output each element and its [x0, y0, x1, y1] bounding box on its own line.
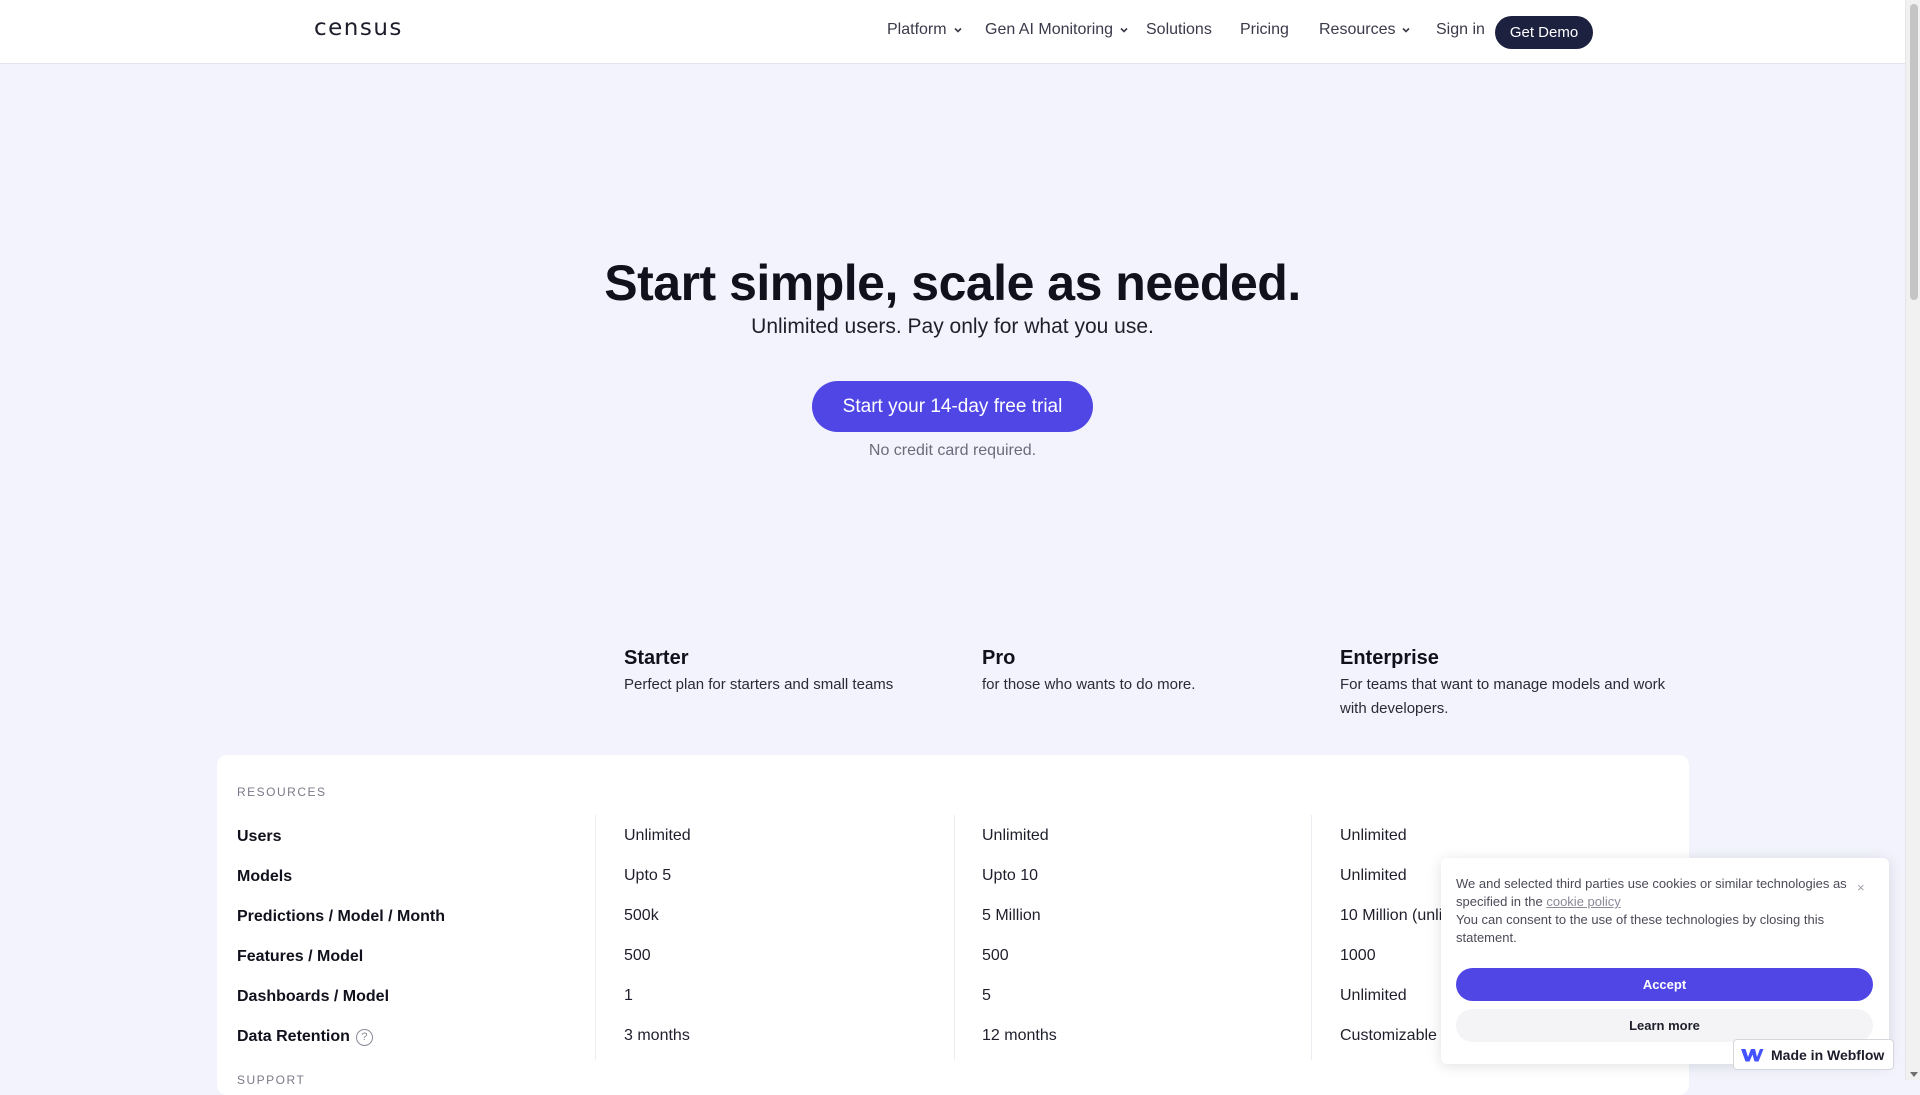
- cookie-banner: We and selected third parties use cookie…: [1441, 858, 1889, 1064]
- learn-more-button[interactable]: Learn more: [1456, 1009, 1873, 1042]
- nav-pricing-label: Pricing: [1240, 21, 1289, 38]
- column-divider: [595, 815, 596, 1060]
- nav-gen-ai-label: Gen AI Monitoring: [985, 21, 1114, 38]
- table-cell: Customizable: [1340, 1027, 1437, 1044]
- row-label-text: Features / Model: [237, 948, 364, 965]
- column-divider: [954, 815, 955, 1060]
- table-cell: 500: [624, 947, 651, 964]
- page-title: Start simple, scale as needed.: [604, 255, 1301, 311]
- nav-solutions[interactable]: Solutions: [1146, 21, 1212, 39]
- close-icon[interactable]: ×: [1857, 880, 1865, 895]
- table-cell: 500: [982, 947, 1009, 964]
- row-label-text: Users: [237, 828, 282, 845]
- nav-platform[interactable]: Platform: [887, 21, 964, 39]
- table-cell: Upto 5: [624, 867, 672, 884]
- row-label-features: Features / Model: [237, 948, 363, 966]
- accept-cookies-button[interactable]: Accept: [1456, 968, 1873, 1001]
- chevron-down-icon: [1402, 27, 1411, 33]
- plan-enterprise-name: Enterprise: [1340, 647, 1439, 669]
- get-demo-button[interactable]: Get Demo: [1495, 16, 1593, 49]
- row-label-text: Models: [237, 868, 293, 885]
- plan-enterprise-desc: For teams that want to manage models and…: [1340, 676, 1666, 717]
- webflow-badge-label: Made in Webflow: [1771, 1046, 1885, 1063]
- scrollbar-thumb[interactable]: [1910, 4, 1918, 300]
- row-label-users: Users: [237, 828, 281, 846]
- page-subtitle: Unlimited users. Pay only for what you u…: [751, 315, 1154, 338]
- chevron-down-icon: [954, 27, 962, 33]
- table-cell: Upto 10: [982, 867, 1039, 884]
- row-label-data-retention: Data Retention ?: [237, 1028, 373, 1046]
- made-in-webflow-badge[interactable]: Made in Webflow: [1733, 1039, 1894, 1070]
- table-cell: Unlimited: [1340, 867, 1407, 884]
- table-cell: 12 months: [982, 1027, 1057, 1044]
- row-label-text: Dashboards / Model: [237, 988, 390, 1005]
- nav-gen-ai-monitoring[interactable]: Gen AI Monitoring: [985, 21, 1130, 39]
- plan-starter-desc: Perfect plan for starters and small team…: [624, 676, 894, 693]
- cookie-text: We and selected third parties use cookie…: [1456, 875, 1851, 947]
- cookie-text-consent: You can consent to the use of these tech…: [1456, 912, 1825, 945]
- table-cell: Unlimited: [1340, 987, 1407, 1004]
- table-cell: 500k: [624, 907, 659, 924]
- sign-in-link[interactable]: Sign in: [1436, 21, 1485, 39]
- page-scrollbar[interactable]: [1905, 0, 1920, 1080]
- plan-pro-desc: for those who wants to do more.: [982, 676, 1196, 693]
- table-cell: 5: [982, 987, 991, 1004]
- section-label-resources: RESOURCES: [237, 785, 327, 799]
- free-trial-button[interactable]: Start your 14-day free trial: [812, 381, 1093, 432]
- help-icon[interactable]: ?: [355, 1028, 373, 1046]
- nav-pricing[interactable]: Pricing: [1240, 21, 1289, 39]
- plan-pro-name: Pro: [982, 647, 1016, 669]
- top-navbar: census Platform Gen AI Monitoring Soluti…: [0, 0, 1905, 64]
- table-cell: 1: [624, 987, 633, 1004]
- table-cell: 5 Million: [982, 907, 1041, 924]
- section-label-support: SUPPORT: [237, 1073, 306, 1087]
- nav-resources-label: Resources: [1319, 21, 1396, 38]
- table-cell: Unlimited: [982, 827, 1049, 844]
- no-credit-card-note: No credit card required.: [868, 442, 1037, 459]
- scroll-down-arrow-icon[interactable]: [1910, 1072, 1918, 1077]
- row-label-dashboards: Dashboards / Model: [237, 988, 389, 1006]
- row-label-models: Models: [237, 868, 292, 886]
- cookie-text-intro: We and selected third parties use cookie…: [1456, 876, 1847, 909]
- chevron-down-icon: [1120, 27, 1128, 33]
- census-logo[interactable]: census: [314, 15, 403, 41]
- column-divider: [1311, 815, 1312, 1060]
- row-label-predictions: Predictions / Model / Month: [237, 908, 445, 926]
- row-label-text: Data Retention: [237, 1028, 350, 1045]
- table-cell: Unlimited: [624, 827, 691, 844]
- table-cell: 10 Million (unli: [1340, 907, 1443, 924]
- nav-resources[interactable]: Resources: [1319, 21, 1412, 39]
- table-cell: 1000: [1340, 947, 1376, 964]
- webflow-logo-icon: [1741, 1048, 1764, 1061]
- row-label-text: Predictions / Model / Month: [237, 908, 445, 925]
- table-cell: 3 months: [624, 1027, 690, 1044]
- plan-starter-name: Starter: [624, 647, 689, 669]
- nav-solutions-label: Solutions: [1146, 21, 1212, 38]
- cookie-policy-link[interactable]: cookie policy: [1546, 894, 1620, 909]
- nav-platform-label: Platform: [887, 21, 947, 38]
- table-cell: Unlimited: [1340, 827, 1407, 844]
